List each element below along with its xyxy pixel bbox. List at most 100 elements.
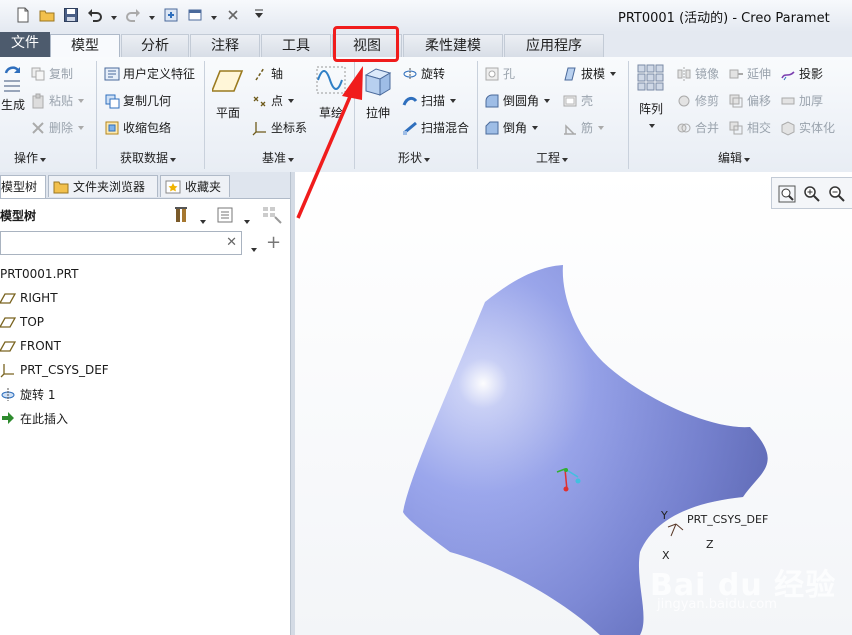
merge-button[interactable]: 合并 xyxy=(676,119,719,136)
ribbon: 生成 复制 粘贴 删除 操作 用户定义特征 复制几何 收缩包络 获取数据 平面 … xyxy=(0,57,852,173)
extrude-button[interactable]: 拉伸 xyxy=(360,63,396,121)
trim-button[interactable]: 修剪 xyxy=(676,92,719,109)
panel-tab-folder-browser-label: 文件夹浏览器 xyxy=(73,179,146,194)
delete-button[interactable]: 删除 xyxy=(30,119,85,136)
window-icon[interactable] xyxy=(186,6,204,24)
tab-file[interactable]: 文件 xyxy=(0,32,50,57)
close-window-icon[interactable] xyxy=(224,6,242,24)
project-button[interactable]: 投影 xyxy=(780,65,823,82)
group-label-engineering[interactable]: 工程 xyxy=(536,149,569,166)
add-icon[interactable]: + xyxy=(266,232,281,253)
tree-item-right[interactable]: RIGHT xyxy=(0,288,58,308)
undo-dropdown-icon[interactable] xyxy=(109,9,117,20)
tree-item-label: RIGHT xyxy=(20,291,58,305)
regenerate-icon[interactable] xyxy=(162,6,180,24)
clear-search-icon[interactable]: ✕ xyxy=(226,235,237,250)
csys-icon xyxy=(252,120,268,136)
pattern-button[interactable]: 阵列 xyxy=(634,63,668,131)
zoom-out-icon[interactable] xyxy=(827,184,847,204)
sketch-label: 草绘 xyxy=(318,106,343,120)
panel-tab-favorites[interactable]: 收藏夹 xyxy=(160,175,230,197)
search-dropdown-icon[interactable] xyxy=(249,241,257,255)
tab-flexible-modeling[interactable]: 柔性建模 xyxy=(403,34,503,57)
regenerate-big-icon xyxy=(4,66,20,92)
refit-icon[interactable] xyxy=(777,184,797,204)
redo-icon[interactable] xyxy=(124,6,142,24)
tree-settings-dropdown-icon[interactable] xyxy=(198,213,206,227)
tree-settings-icon[interactable] xyxy=(173,205,193,225)
swept-blend-button[interactable]: 扫描混合 xyxy=(402,119,469,136)
shell-button[interactable]: 壳 xyxy=(562,92,593,109)
copy-geometry-button[interactable]: 复制几何 xyxy=(104,92,171,109)
tree-item-csys[interactable]: PRT_CSYS_DEF xyxy=(0,360,109,380)
csys-button[interactable]: 坐标系 xyxy=(252,119,307,136)
group-label-get-data[interactable]: 获取数据 xyxy=(120,149,177,166)
redo-dropdown-icon[interactable] xyxy=(147,9,155,20)
undo-icon[interactable] xyxy=(86,6,104,24)
tree-item-insert-here[interactable]: 在此插入 xyxy=(0,408,68,428)
customize-icon[interactable] xyxy=(250,6,268,24)
revolve-button[interactable]: 旋转 xyxy=(402,65,445,82)
point-button[interactable]: 点 xyxy=(252,92,295,109)
axis-button[interactable]: 轴 xyxy=(252,65,283,82)
window-dropdown-icon[interactable] xyxy=(209,9,217,20)
tree-item-revolve[interactable]: 旋转 1 xyxy=(0,384,55,404)
folder-icon xyxy=(53,181,69,193)
sweep-button[interactable]: 扫描 xyxy=(402,92,457,109)
solidify-icon xyxy=(780,120,796,136)
save-icon[interactable] xyxy=(62,6,80,24)
group-label-shapes[interactable]: 形状 xyxy=(398,149,431,166)
watermark-url: jingyan.baidu.com xyxy=(657,597,777,612)
open-icon[interactable] xyxy=(38,6,56,24)
tree-search-input[interactable]: ✕ xyxy=(0,231,242,255)
round-button[interactable]: 倒圆角 xyxy=(484,92,551,109)
plane-button[interactable]: 平面 xyxy=(210,65,246,121)
shrinkwrap-button[interactable]: 收缩包络 xyxy=(104,119,171,136)
new-icon[interactable] xyxy=(14,6,32,24)
tab-analysis[interactable]: 分析 xyxy=(121,34,189,57)
group-label-operations[interactable]: 操作 xyxy=(14,149,47,166)
csys-y-label: Y xyxy=(661,509,668,522)
datum-label-text: 基准 xyxy=(262,151,287,165)
udf-button[interactable]: 用户定义特征 xyxy=(104,65,195,82)
tree-item-label: 旋转 1 xyxy=(20,387,56,402)
show-dropdown-icon[interactable] xyxy=(242,213,250,227)
panel-tab-folder-browser[interactable]: 文件夹浏览器 xyxy=(48,175,158,197)
extend-button[interactable]: 延伸 xyxy=(728,65,771,82)
group-label-editing[interactable]: 编辑 xyxy=(718,149,751,166)
sketch-button[interactable]: 草绘 xyxy=(313,65,349,121)
rib-button[interactable]: 筋 xyxy=(562,119,605,136)
solidify-button[interactable]: 实体化 xyxy=(780,119,835,136)
offset-button[interactable]: 偏移 xyxy=(728,92,771,109)
tab-model[interactable]: 模型 xyxy=(50,34,120,58)
tree-item-part[interactable]: PRT0001.PRT xyxy=(0,264,78,284)
revolve-icon xyxy=(0,386,16,402)
paste-button[interactable]: 粘贴 xyxy=(30,92,85,109)
zoom-in-icon[interactable] xyxy=(802,184,822,204)
delete-label: 删除 xyxy=(49,121,74,135)
mirror-button[interactable]: 镜像 xyxy=(676,65,719,82)
left-panel: 模型树 文件夹浏览器 收藏夹 模型树 ✕ + PRT0001.PRT RIGHT… xyxy=(0,172,291,635)
tab-tools[interactable]: 工具 xyxy=(261,34,331,57)
draft-button[interactable]: 拔模 xyxy=(562,65,617,82)
tree-item-front[interactable]: FRONT xyxy=(0,336,61,356)
tab-applications[interactable]: 应用程序 xyxy=(504,34,604,57)
udf-icon xyxy=(104,66,120,82)
tree-item-top[interactable]: TOP xyxy=(0,312,44,332)
thicken-label: 加厚 xyxy=(799,94,824,108)
hole-button[interactable]: 孔 xyxy=(484,65,515,82)
point-icon xyxy=(252,93,268,109)
thicken-button[interactable]: 加厚 xyxy=(780,92,823,109)
group-divider xyxy=(354,61,355,169)
show-options-icon[interactable] xyxy=(216,206,234,224)
copy-button[interactable]: 复制 xyxy=(30,65,73,82)
intersect-button[interactable]: 相交 xyxy=(728,119,771,136)
regenerate-button[interactable]: 生成 xyxy=(0,65,26,113)
chamfer-button[interactable]: 倒角 xyxy=(484,119,539,136)
copy-label: 复制 xyxy=(49,67,74,81)
tab-annotate[interactable]: 注释 xyxy=(190,34,260,57)
panel-tab-model-tree[interactable]: 模型树 xyxy=(0,175,46,198)
plane-label: 平面 xyxy=(215,106,240,120)
tree-filter-icon[interactable] xyxy=(262,206,282,224)
group-label-datum[interactable]: 基准 xyxy=(262,149,295,166)
